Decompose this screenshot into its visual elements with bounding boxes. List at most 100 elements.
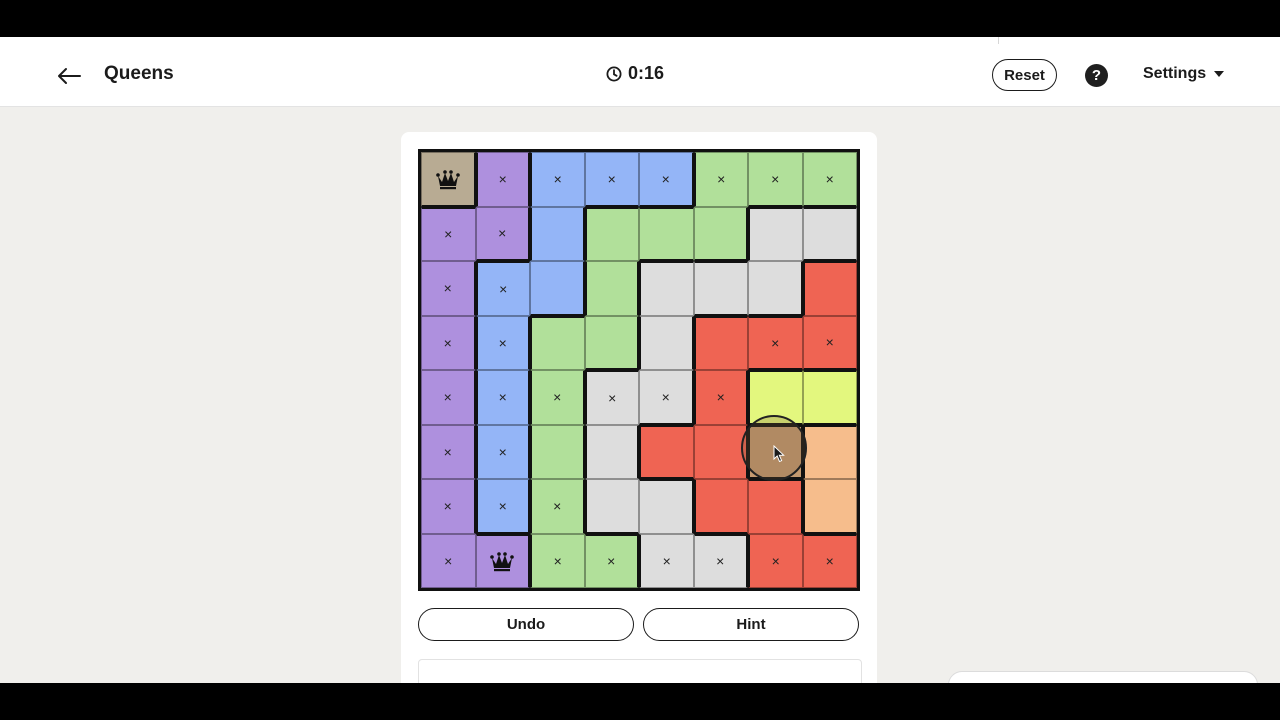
board-cell[interactable]: × — [421, 533, 476, 588]
board-cell[interactable] — [693, 479, 748, 534]
board-cell[interactable]: × — [475, 315, 530, 370]
queen-icon — [490, 552, 515, 572]
board-cell[interactable] — [693, 206, 748, 261]
board-cell[interactable]: × — [421, 261, 476, 316]
board-cell[interactable]: × — [802, 315, 857, 370]
board-cell[interactable]: × — [748, 152, 803, 207]
top-strip — [0, 37, 1280, 44]
board-cell[interactable]: × — [475, 152, 530, 207]
queens-board: × × × × × × × × × × × × × × × × × × × × × × × × × × × × × × × × × — [418, 149, 860, 591]
board-cell[interactable] — [693, 315, 748, 370]
page-title: Queens — [104, 63, 174, 84]
board-cell[interactable] — [584, 479, 639, 534]
board-cell[interactable]: × — [639, 533, 694, 588]
board-cell[interactable]: × — [530, 370, 585, 425]
x-mark-icon: × — [717, 171, 726, 188]
game-header: Queens 0:16 Reset ? Settings — [0, 44, 1280, 107]
board-cell[interactable]: × — [421, 479, 476, 534]
board-cell[interactable] — [693, 261, 748, 316]
board-cell[interactable]: × — [639, 370, 694, 425]
board-cell[interactable] — [530, 261, 585, 316]
board-cell[interactable]: × — [475, 370, 530, 425]
back-button[interactable] — [52, 61, 86, 91]
x-mark-icon: × — [771, 170, 780, 187]
board-cell[interactable] — [693, 424, 748, 479]
board-cell[interactable] — [584, 424, 639, 479]
timer-value: 0:16 — [628, 63, 665, 83]
board-cell[interactable] — [802, 479, 857, 534]
board-cell[interactable]: × — [584, 533, 639, 588]
undo-button[interactable]: Undo — [418, 608, 634, 641]
board-cell[interactable] — [530, 424, 585, 479]
help-icon[interactable]: ? — [1085, 64, 1108, 87]
board-cell[interactable]: × — [421, 424, 476, 479]
x-mark-icon: × — [498, 171, 507, 188]
board-cell[interactable]: × — [421, 315, 476, 370]
caret-down-icon — [1214, 71, 1225, 77]
x-mark-icon: × — [499, 280, 508, 297]
board-cell[interactable] — [748, 370, 803, 425]
board-cell[interactable]: × — [693, 533, 748, 588]
board-cell[interactable]: × — [584, 152, 639, 207]
board-cell[interactable] — [802, 424, 857, 479]
board-cell[interactable] — [802, 261, 857, 316]
x-mark-icon: × — [444, 226, 453, 243]
board-cell[interactable]: × — [530, 533, 585, 588]
back-arrow-icon — [58, 68, 81, 84]
hint-button[interactable]: Hint — [643, 608, 859, 641]
board-cell[interactable]: × — [584, 370, 639, 425]
board-cell[interactable] — [530, 315, 585, 370]
board-cell[interactable] — [639, 261, 694, 316]
board-cell[interactable]: × — [639, 152, 694, 207]
x-mark-icon: × — [771, 334, 780, 351]
x-mark-icon: × — [716, 553, 725, 570]
board-cell[interactable]: × — [530, 479, 585, 534]
x-mark-icon: × — [608, 389, 617, 406]
board-cell[interactable] — [802, 370, 857, 425]
queen-icon — [435, 169, 460, 189]
x-mark-icon: × — [498, 497, 507, 514]
board-cell[interactable]: × — [748, 533, 803, 588]
reset-button[interactable]: Reset — [992, 59, 1057, 91]
board-cell[interactable]: × — [475, 424, 530, 479]
x-mark-icon: × — [553, 552, 562, 569]
board-cell[interactable] — [584, 261, 639, 316]
board-cell[interactable] — [421, 152, 476, 207]
board-cell[interactable]: × — [802, 533, 857, 588]
messaging-bar[interactable] — [948, 671, 1258, 683]
x-mark-icon: × — [825, 170, 834, 187]
x-mark-icon: × — [825, 334, 834, 351]
info-panel — [418, 659, 862, 683]
board-cell[interactable] — [639, 424, 694, 479]
board-cell[interactable] — [639, 315, 694, 370]
board-cell[interactable]: × — [421, 370, 476, 425]
board-cell[interactable] — [748, 206, 803, 261]
board-cell[interactable]: × — [475, 261, 530, 316]
board-cell[interactable] — [748, 261, 803, 316]
board-cell[interactable] — [584, 315, 639, 370]
board-cell[interactable]: × — [802, 152, 857, 207]
board-cell[interactable]: × — [693, 152, 748, 207]
x-mark-icon: × — [443, 280, 452, 297]
x-mark-icon: × — [662, 552, 671, 569]
board-cell[interactable]: × — [421, 206, 476, 261]
board-cell[interactable] — [748, 479, 803, 534]
board-cell[interactable] — [475, 533, 530, 588]
settings-dropdown[interactable]: Settings — [1143, 65, 1225, 83]
x-mark-icon: × — [607, 553, 616, 570]
board-cell[interactable]: × — [530, 152, 585, 207]
board-cell[interactable] — [639, 206, 694, 261]
board-cell[interactable] — [639, 479, 694, 534]
board-cell[interactable] — [584, 206, 639, 261]
board-cell[interactable] — [748, 424, 803, 479]
x-mark-icon: × — [553, 389, 562, 406]
x-mark-icon: × — [825, 553, 834, 570]
board-cell[interactable] — [530, 206, 585, 261]
x-mark-icon: × — [771, 552, 780, 569]
board-cell[interactable]: × — [475, 206, 530, 261]
board-cell[interactable] — [802, 206, 857, 261]
board-cell[interactable]: × — [475, 479, 530, 534]
board-cell[interactable]: × — [693, 370, 748, 425]
board-cell[interactable]: × — [748, 315, 803, 370]
x-mark-icon: × — [443, 498, 452, 515]
